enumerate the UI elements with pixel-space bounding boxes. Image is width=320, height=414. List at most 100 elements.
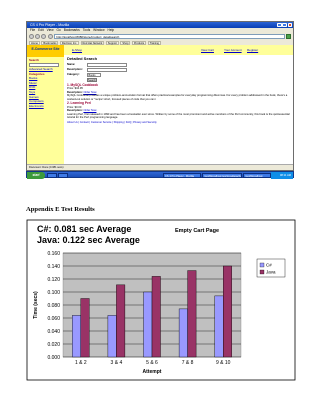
taskbar-task[interactable] [47, 172, 57, 179]
register-link[interactable]: Register [247, 48, 258, 52]
x-tick-label: 3 & 4 [111, 360, 123, 366]
bookmark-support[interactable]: Support [105, 40, 119, 45]
reload-icon[interactable] [41, 34, 47, 39]
search-button[interactable]: Search [87, 77, 97, 82]
y-tick-labels: 0.000 0.020 0.040 0.060 0.080 0.100 0.120 0.140… [47, 251, 60, 361]
system-clock: 08:11 AM [271, 172, 293, 179]
y-tick-label: 0.020 [47, 342, 60, 348]
taskbar-task-mozilla[interactable]: CS 4 Pro Player - Mozilla [163, 172, 201, 179]
back-icon[interactable] [29, 34, 34, 39]
x-tick-label: 9 & 10 [216, 360, 231, 366]
description-label: Description: [67, 68, 83, 72]
y-tick-label: 0.040 [47, 329, 60, 335]
detail-search-content: Detailed Search Name: Description: Categ… [67, 56, 290, 164]
navigation-toolbar: http://localhost:8080/store/product_deta… [27, 33, 293, 40]
category-select[interactable]: Books [87, 73, 101, 77]
menu-file[interactable]: File [30, 28, 35, 33]
chart-title: Empty Cart Page [175, 228, 219, 234]
start-button[interactable]: start [27, 172, 45, 179]
empty-cart-chart: C#: 0.081 sec Average Java: 0.122 sec Av… [26, 219, 296, 381]
menu-view[interactable]: View [47, 28, 54, 33]
url-field[interactable]: http://localhost:8080/store/product_deta… [53, 34, 285, 39]
bar-csharp [72, 315, 81, 358]
window-title: CS 4 Pro Player - Mozilla [30, 23, 70, 27]
menu-bookmarks[interactable]: Bookmarks [64, 28, 80, 33]
your-account-link[interactable]: Your Account [224, 48, 242, 52]
menu-edit[interactable]: Edit [38, 28, 44, 33]
x-axis-label: Attempt [143, 369, 162, 375]
bar-java [151, 276, 161, 358]
bar-java [116, 284, 126, 358]
bar-java [187, 270, 197, 358]
store-sidebar: E-Commerce Site Search Advanced Search C… [27, 45, 64, 164]
y-tick-label: 0.160 [47, 251, 60, 257]
taskbar-task-terminal[interactable]: root@localhost: [243, 172, 271, 179]
description-field[interactable] [87, 68, 127, 72]
search-heading: Search [29, 58, 40, 62]
go-button[interactable] [286, 34, 291, 39]
y-tick-label: 0.080 [47, 303, 60, 309]
x-tick-label: 1 & 2 [75, 360, 87, 366]
bookmark-products[interactable]: Products [131, 40, 147, 45]
y-tick-label: 0.140 [47, 264, 60, 270]
bookmark-shop[interactable]: Shop [120, 40, 131, 45]
taskbar: start CS 4 Pro Player - Mozilla root@loc… [26, 171, 294, 179]
home-link[interactable]: E-Shop [72, 48, 82, 52]
y-tick-label: 0.120 [47, 277, 60, 283]
taskbar-task[interactable] [58, 172, 68, 179]
legend-swatch [259, 269, 265, 275]
result-item: 1. MySQL Cookbook Price: $34.95 Descript… [67, 83, 290, 101]
bookmark-bookmarks[interactable]: Bookmarks [41, 40, 59, 45]
y-tick-label: 0.100 [47, 290, 60, 296]
window-titlebar: CS 4 Pro Player - Mozilla [27, 22, 293, 28]
bar-csharp [178, 308, 188, 358]
category-electronics[interactable]: Electronics [27, 104, 64, 109]
status-bar: Document: Done (0.081 secs) [27, 164, 293, 170]
name-label: Name: [67, 63, 76, 67]
menu-help[interactable]: Help [108, 28, 115, 33]
maximize-icon[interactable] [282, 22, 287, 27]
result-description: MySQL Cookbook provides a unique problem… [67, 94, 288, 101]
order-now-link[interactable]: Order Now [83, 109, 96, 112]
legend-label: Java [266, 270, 276, 275]
bookmark-home[interactable]: Home [29, 40, 40, 45]
chart-annotation-csharp: C#: 0.081 sec Average [37, 224, 131, 234]
legend-label: C# [266, 263, 272, 268]
y-axis-label: Time (secs) [33, 291, 39, 319]
sidebar-search-input[interactable] [29, 63, 59, 67]
appendix-heading: Appendix E Test Results [26, 206, 95, 213]
store-footer-links[interactable]: About Us | Contact | Customer Service | … [67, 121, 290, 124]
chart-legend: C# Java [256, 258, 286, 278]
legend-swatch [259, 262, 265, 268]
result-item: 2. Learning Perl Price: $0.00 Descriptio… [67, 102, 290, 120]
menu-go[interactable]: Go [57, 28, 61, 33]
web-page: E-Commerce Site Search Advanced Search C… [27, 45, 293, 164]
menu-tools[interactable]: Tools [83, 28, 90, 33]
store-logo[interactable]: E-Commerce Site [27, 45, 64, 57]
menu-window[interactable]: Window [93, 28, 104, 33]
x-tick-label: 5 & 6 [146, 360, 158, 366]
store-top-nav: E-Shop View Cart Your Account Register [64, 45, 293, 55]
view-cart-link[interactable]: View Cart [201, 48, 214, 52]
x-tick-label: 7 & 8 [182, 360, 194, 366]
taskbar-task-terminal[interactable]: root@localhost:/usr/local/apache/bi [202, 172, 242, 179]
bar-java [222, 265, 232, 358]
bookmark-redhat-network[interactable]: Red Hat Network [80, 40, 105, 45]
result-desc-label: Description: [67, 109, 83, 113]
bar-csharp [214, 295, 224, 358]
minimize-icon[interactable] [277, 22, 282, 27]
result-description: Learning Perl, first released in 1993 an… [67, 112, 290, 120]
close-icon[interactable] [287, 22, 292, 27]
forward-icon[interactable] [35, 34, 41, 39]
y-tick-label: 0.060 [47, 316, 60, 322]
name-field[interactable] [87, 63, 127, 67]
y-tick-label: 0.000 [47, 355, 60, 361]
detailed-search-title: Detailed Search [67, 56, 98, 61]
bar-csharp [143, 291, 153, 358]
bar-csharp [107, 315, 117, 358]
bookmark-training[interactable]: Training [147, 40, 161, 45]
bookmark-redhat[interactable]: Red Hat, Inc. [59, 40, 80, 45]
chart-annotation-java: Java: 0.122 sec Average [37, 235, 140, 245]
browser-screenshot: CS 4 Pro Player - Mozilla File Edit View… [26, 21, 294, 171]
stop-icon[interactable] [47, 34, 53, 39]
